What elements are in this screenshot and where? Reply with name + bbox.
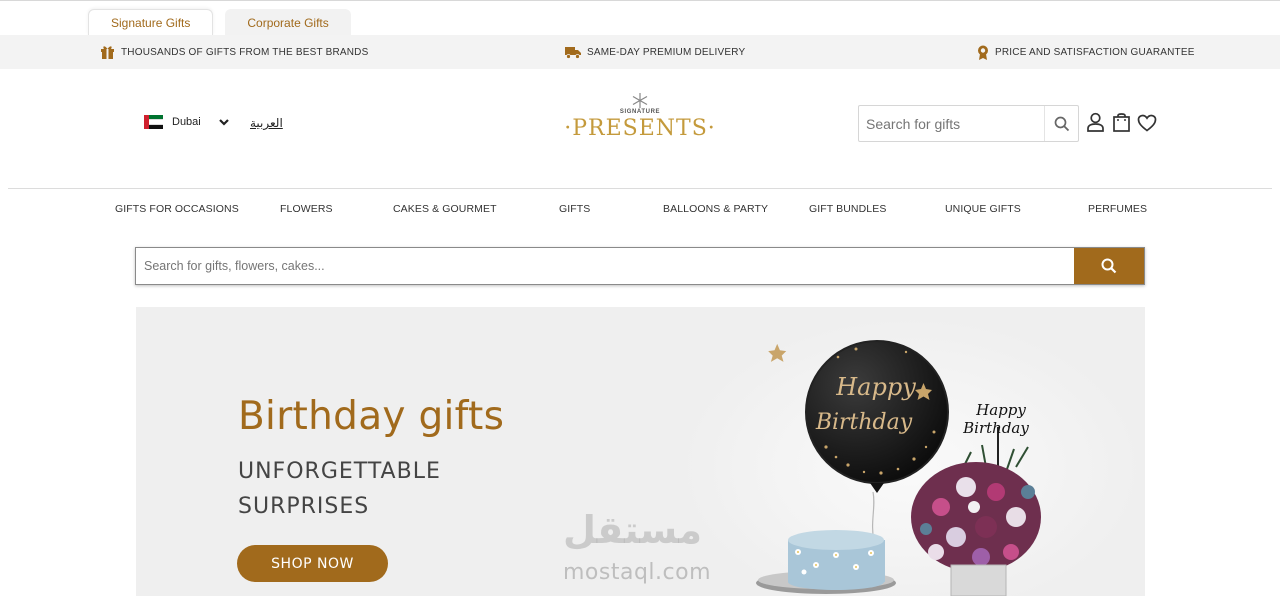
user-icon[interactable]	[1086, 112, 1105, 132]
site-tabs: Signature Gifts Corporate Gifts	[88, 9, 351, 36]
header-search-button[interactable]	[1045, 106, 1078, 141]
logo-small-text: SIGNATURE	[619, 109, 661, 115]
nav-item-cakes[interactable]: CAKES & GOURMET	[393, 203, 497, 215]
balloon-text-happy: Happy	[835, 373, 916, 401]
nav-item-bundles[interactable]: GIFT BUNDLES	[809, 203, 886, 215]
nav-item-perfumes[interactable]: PERFUMES	[1088, 203, 1147, 215]
main-search	[135, 247, 1145, 285]
watermark-arabic: مستقل	[563, 508, 702, 552]
award-icon	[978, 45, 988, 60]
search-icon	[1054, 116, 1069, 131]
nav-item-flowers[interactable]: FLOWERS	[280, 203, 333, 215]
tab-corporate-gifts[interactable]: Corporate Gifts	[225, 9, 351, 36]
topper-text-happy: Happy	[975, 401, 1026, 419]
nav-item-occasions[interactable]: GIFTS FOR OCCASIONS	[115, 203, 239, 215]
language-switch-link[interactable]: العربية	[250, 116, 283, 130]
header-search-input[interactable]	[859, 106, 1045, 141]
logo-main-text: ·PRESENTS·	[564, 116, 716, 141]
snowflake-icon	[632, 93, 648, 108]
top-border	[0, 0, 1280, 1]
site-logo[interactable]: SIGNATURE ·PRESENTS·	[562, 92, 718, 144]
header-divider	[8, 188, 1272, 189]
bag-icon[interactable]	[1112, 112, 1131, 132]
search-icon	[1101, 258, 1117, 274]
gift-icon	[101, 46, 114, 59]
main-search-button[interactable]	[1074, 248, 1144, 284]
nav-item-gifts[interactable]: GIFTS	[559, 203, 590, 215]
watermark-latin: mostaql.com	[563, 560, 712, 585]
topper-text-birthday: Birthday	[962, 419, 1029, 437]
tab-signature-gifts[interactable]: Signature Gifts	[88, 9, 214, 36]
hero-subtitle: UNFORGETTABLE SURPRISES	[238, 459, 441, 519]
usp-item-brands: THOUSANDS OF GIFTS FROM THE BEST BRANDS	[100, 35, 368, 69]
hero-title: Birthday gifts	[238, 394, 505, 439]
usp-item-delivery: SAME-DAY PREMIUM DELIVERY	[565, 35, 745, 69]
usp-text-brands: THOUSANDS OF GIFTS FROM THE BEST BRANDS	[121, 46, 369, 58]
heart-icon[interactable]	[1137, 114, 1157, 132]
nav-item-unique[interactable]: UNIQUE GIFTS	[945, 203, 1021, 215]
nav-item-balloons[interactable]: BALLOONS & PARTY	[663, 203, 768, 215]
header-search	[858, 105, 1079, 142]
truck-icon	[565, 46, 581, 59]
hero-banner[interactable]: Happy Birthday Happy Birthday Birthday g…	[136, 307, 1145, 596]
usp-item-guarantee: PRICE AND SATISFACTION GUARANTEE	[977, 35, 1195, 69]
chevron-down-icon[interactable]	[218, 116, 230, 128]
usp-bar: THOUSANDS OF GIFTS FROM THE BEST BRANDS …	[0, 35, 1280, 69]
balloon-text-birthday: Birthday	[815, 410, 913, 435]
usp-text-guarantee: PRICE AND SATISFACTION GUARANTEE	[995, 46, 1195, 58]
uae-flag-icon[interactable]	[144, 115, 163, 129]
usp-text-delivery: SAME-DAY PREMIUM DELIVERY	[587, 46, 746, 58]
city-selector[interactable]: Dubai	[172, 116, 201, 128]
shop-now-button[interactable]: SHOP NOW	[237, 545, 388, 582]
main-search-input[interactable]	[136, 248, 1074, 284]
